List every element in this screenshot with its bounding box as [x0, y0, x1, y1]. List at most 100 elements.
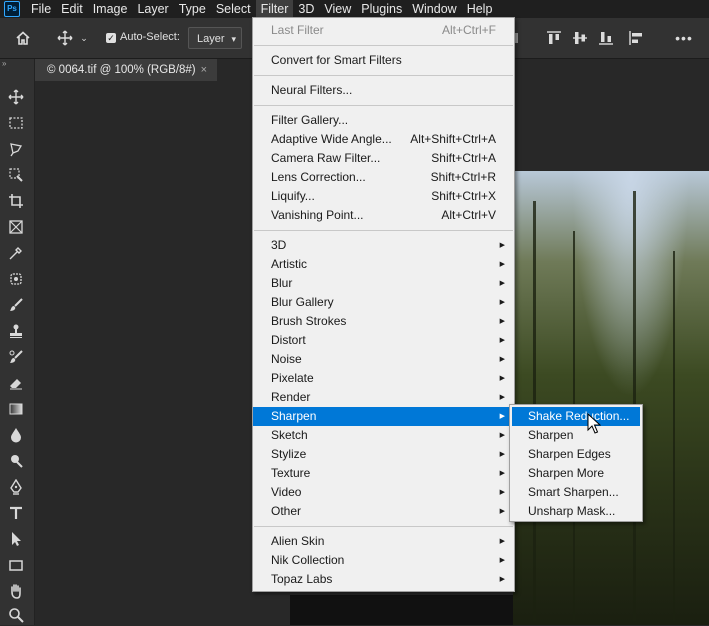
- align-left-edges-icon[interactable]: [626, 28, 646, 48]
- move-tool-icon[interactable]: [4, 86, 28, 108]
- crop-tool-icon[interactable]: [4, 190, 28, 212]
- menu-item-label: 3D: [271, 238, 287, 252]
- menu-type[interactable]: Type: [174, 0, 211, 18]
- menu-select[interactable]: Select: [211, 0, 256, 18]
- filter-menu-item-liquify[interactable]: Liquify... Shift+Ctrl+X: [253, 187, 514, 206]
- menu-view[interactable]: View: [319, 0, 356, 18]
- image-dark-region: [290, 595, 513, 625]
- submenu-arrow-icon: ▶: [499, 470, 505, 477]
- filter-menu-item-distort[interactable]: Distort ▶: [253, 331, 514, 350]
- filter-menu-item-blur[interactable]: Blur ▶: [253, 274, 514, 293]
- sharpen-submenu-item-shake-reduction[interactable]: Shake Reduction...: [512, 407, 640, 426]
- photoshop-logo-icon[interactable]: Ps: [4, 1, 20, 17]
- rectangle-tool-icon[interactable]: [4, 554, 28, 576]
- filter-menu-item-brush-strokes[interactable]: Brush Strokes ▶: [253, 312, 514, 331]
- expand-panel-icon[interactable]: »: [2, 59, 6, 68]
- align-top-edges-icon[interactable]: [544, 28, 564, 48]
- sharpen-submenu-item-sharpen-edges[interactable]: Sharpen Edges: [510, 445, 642, 464]
- align-vertical-centers-icon[interactable]: [570, 28, 590, 48]
- menu-window[interactable]: Window: [407, 0, 461, 18]
- submenu-arrow-icon: ▶: [499, 451, 505, 458]
- menu-item-label: Sharpen: [528, 428, 574, 442]
- hand-tool-icon[interactable]: [4, 580, 28, 602]
- spot-healing-brush-tool-icon[interactable]: [4, 268, 28, 290]
- close-icon[interactable]: ×: [201, 59, 207, 81]
- menu-bar: Ps File Edit Image Layer Type Select Filter 3D V…: [0, 0, 709, 18]
- filter-menu-item-alien-skin[interactable]: Alien Skin ▶: [253, 532, 514, 551]
- history-brush-tool-icon[interactable]: [4, 346, 28, 368]
- filter-menu: Last Filter Alt+Ctrl+F Convert for Smart F…: [252, 17, 515, 592]
- path-selection-tool-icon[interactable]: [4, 528, 28, 550]
- filter-menu-item-pixelate[interactable]: Pixelate ▶: [253, 369, 514, 388]
- layer-select-value: Layer: [197, 33, 225, 45]
- object-selection-tool-icon[interactable]: [4, 164, 28, 186]
- eraser-tool-icon[interactable]: [4, 372, 28, 394]
- menu-edit[interactable]: Edit: [56, 0, 88, 18]
- submenu-arrow-icon: ▶: [499, 261, 505, 268]
- document-image[interactable]: [513, 171, 709, 625]
- filter-menu-item-vanishing-point[interactable]: Vanishing Point... Alt+Ctrl+V: [253, 206, 514, 225]
- gradient-tool-icon[interactable]: [4, 398, 28, 420]
- submenu-arrow-icon: ▶: [499, 356, 505, 363]
- chevron-down-icon[interactable]: ⌄: [78, 30, 90, 46]
- menu-3d[interactable]: 3D: [293, 0, 319, 18]
- filter-menu-item-sketch[interactable]: Sketch ▶: [253, 426, 514, 445]
- menu-item-shortcut: Shift+Ctrl+X: [431, 189, 496, 203]
- menu-item-label: Shake Reduction...: [528, 409, 630, 423]
- clone-stamp-tool-icon[interactable]: [4, 320, 28, 342]
- auto-select-target-dropdown[interactable]: Layer ▾: [188, 27, 242, 49]
- home-icon[interactable]: [12, 28, 34, 48]
- more-options-icon[interactable]: •••: [673, 28, 695, 48]
- document-tab[interactable]: © 0064.tif @ 100% (RGB/8#) ×: [35, 59, 217, 81]
- auto-select-checkbox[interactable]: ✓: [106, 33, 116, 43]
- filter-menu-item-nik-collection[interactable]: Nik Collection ▶: [253, 551, 514, 570]
- brush-tool-icon[interactable]: [4, 294, 28, 316]
- sharpen-submenu-item-smart-sharpen[interactable]: Smart Sharpen...: [510, 483, 642, 502]
- type-tool-icon[interactable]: [4, 502, 28, 524]
- filter-menu-item-sharpen[interactable]: Sharpen ▶: [253, 407, 514, 426]
- filter-menu-item-camera-raw-filter[interactable]: Camera Raw Filter... Shift+Ctrl+A: [253, 149, 514, 168]
- menu-item-shortcut: Alt+Ctrl+F: [441, 23, 496, 37]
- rectangular-marquee-tool-icon[interactable]: [4, 112, 28, 134]
- sharpen-submenu: Shake Reduction... Sharpen Sharpen Edges Sh…: [509, 404, 643, 522]
- filter-menu-item-adaptive-wide-angle[interactable]: Adaptive Wide Angle... Alt+Shift+Ctrl+A: [253, 130, 514, 149]
- zoom-tool-icon[interactable]: [4, 604, 28, 626]
- menu-layer[interactable]: Layer: [132, 0, 173, 18]
- eyedropper-tool-icon[interactable]: [4, 242, 28, 264]
- menu-filter[interactable]: Filter: [255, 0, 294, 18]
- menu-item-label: Texture: [271, 466, 311, 480]
- pen-tool-icon[interactable]: [4, 476, 28, 498]
- filter-menu-item-convert-for-smart-filters[interactable]: Convert for Smart Filters: [253, 51, 514, 70]
- filter-menu-item-texture[interactable]: Texture ▶: [253, 464, 514, 483]
- align-bottom-edges-icon[interactable]: [596, 28, 616, 48]
- blur-tool-icon[interactable]: [4, 424, 28, 446]
- filter-menu-item-noise[interactable]: Noise ▶: [253, 350, 514, 369]
- menu-item-label: Distort: [271, 333, 306, 347]
- filter-menu-item-3d[interactable]: 3D ▶: [253, 236, 514, 255]
- menu-image[interactable]: Image: [88, 0, 133, 18]
- frame-tool-icon[interactable]: [4, 216, 28, 238]
- filter-menu-item-stylize[interactable]: Stylize ▶: [253, 445, 514, 464]
- menu-item-shortcut: Alt+Ctrl+V: [441, 208, 496, 222]
- dodge-tool-icon[interactable]: [4, 450, 28, 472]
- menu-item-label: Liquify...: [271, 189, 315, 203]
- filter-menu-item-lens-correction[interactable]: Lens Correction... Shift+Ctrl+R: [253, 168, 514, 187]
- filter-menu-item-artistic[interactable]: Artistic ▶: [253, 255, 514, 274]
- menu-file[interactable]: File: [26, 0, 56, 18]
- lasso-tool-icon[interactable]: [4, 138, 28, 160]
- sharpen-submenu-item-sharpen-more[interactable]: Sharpen More: [510, 464, 642, 483]
- menu-separator: [254, 526, 513, 527]
- filter-menu-item-render[interactable]: Render ▶: [253, 388, 514, 407]
- menu-help[interactable]: Help: [462, 0, 498, 18]
- filter-menu-item-topaz-labs[interactable]: Topaz Labs ▶: [253, 570, 514, 589]
- submenu-arrow-icon: ▶: [499, 489, 505, 496]
- filter-menu-item-blur-gallery[interactable]: Blur Gallery ▶: [253, 293, 514, 312]
- filter-menu-item-filter-gallery[interactable]: Filter Gallery...: [253, 111, 514, 130]
- filter-menu-item-other[interactable]: Other ▶: [253, 502, 514, 521]
- sharpen-submenu-item-sharpen[interactable]: Sharpen: [510, 426, 642, 445]
- menu-plugins[interactable]: Plugins: [356, 0, 407, 18]
- sharpen-submenu-item-unsharp-mask[interactable]: Unsharp Mask...: [510, 502, 642, 521]
- filter-menu-item-video[interactable]: Video ▶: [253, 483, 514, 502]
- filter-menu-item-neural-filters[interactable]: Neural Filters...: [253, 81, 514, 100]
- move-tool-icon[interactable]: [54, 28, 76, 48]
